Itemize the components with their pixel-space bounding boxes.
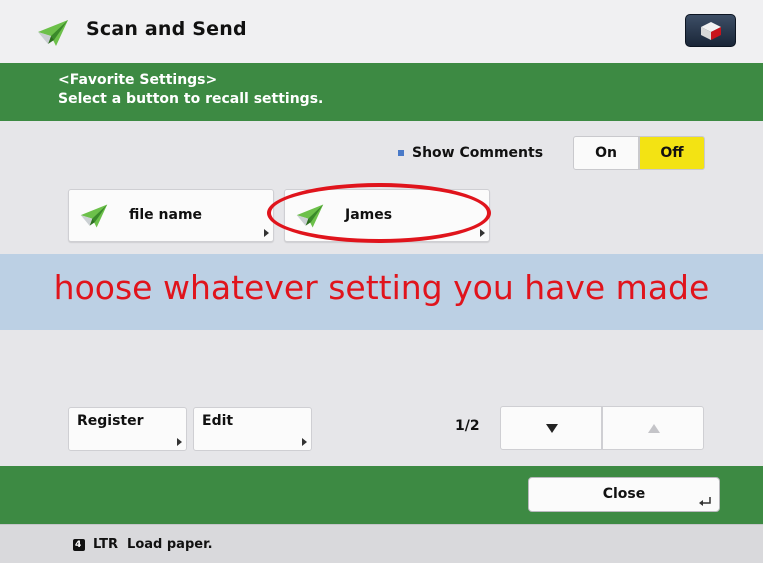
paper-plane-icon — [296, 204, 324, 228]
page-down-button[interactable] — [500, 406, 602, 450]
show-comments-label: Show Comments — [398, 145, 543, 161]
instruction-panel: <Favorite Settings> Select a button to r… — [0, 63, 763, 121]
corner-menu-button[interactable] — [685, 14, 736, 47]
annotation-text: hoose whatever setting you have made — [53, 268, 710, 307]
show-comments-text: Show Comments — [412, 145, 544, 161]
page-title: Scan and Send — [86, 18, 247, 40]
favorite-label: James — [345, 207, 393, 223]
cube-icon — [701, 22, 721, 40]
paper-tray-icon: 4 — [73, 539, 85, 551]
status-message: LTR Load paper. — [93, 537, 213, 552]
close-button[interactable]: Close — [528, 477, 720, 512]
page-up-button[interactable] — [602, 406, 704, 450]
status-bar: 4 LTR Load paper. — [0, 524, 763, 563]
submenu-arrow-icon — [264, 229, 269, 237]
favorite-label: file name — [129, 207, 203, 223]
page-indicator: 1/2 — [455, 418, 480, 434]
title-bar: Scan and Send — [0, 0, 763, 64]
bullet-icon — [398, 150, 404, 156]
instruction-text: Select a button to recall settings. — [58, 91, 324, 107]
edit-button[interactable]: Edit — [193, 407, 312, 451]
submenu-arrow-icon — [480, 229, 485, 237]
submenu-arrow-icon — [302, 438, 307, 446]
annotation-banner: hoose whatever setting you have made — [0, 254, 763, 330]
favorite-button-james[interactable]: James — [284, 189, 490, 242]
triangle-up-icon — [648, 424, 660, 433]
close-label: Close — [602, 486, 646, 502]
comments-on-button[interactable]: On — [573, 136, 639, 170]
register-label: Register — [77, 413, 144, 429]
submenu-arrow-icon — [177, 438, 182, 446]
edit-label: Edit — [202, 413, 234, 429]
tray-number: 4 — [75, 540, 82, 550]
triangle-down-icon — [546, 424, 558, 433]
paper-plane-icon — [80, 204, 108, 228]
paper-plane-icon — [38, 20, 68, 46]
register-button[interactable]: Register — [68, 407, 187, 451]
favorite-button-file-name[interactable]: file name — [68, 189, 274, 242]
comments-off-button[interactable]: Off — [639, 136, 705, 170]
instruction-heading: <Favorite Settings> — [58, 72, 218, 88]
return-arrow-icon — [699, 497, 711, 506]
